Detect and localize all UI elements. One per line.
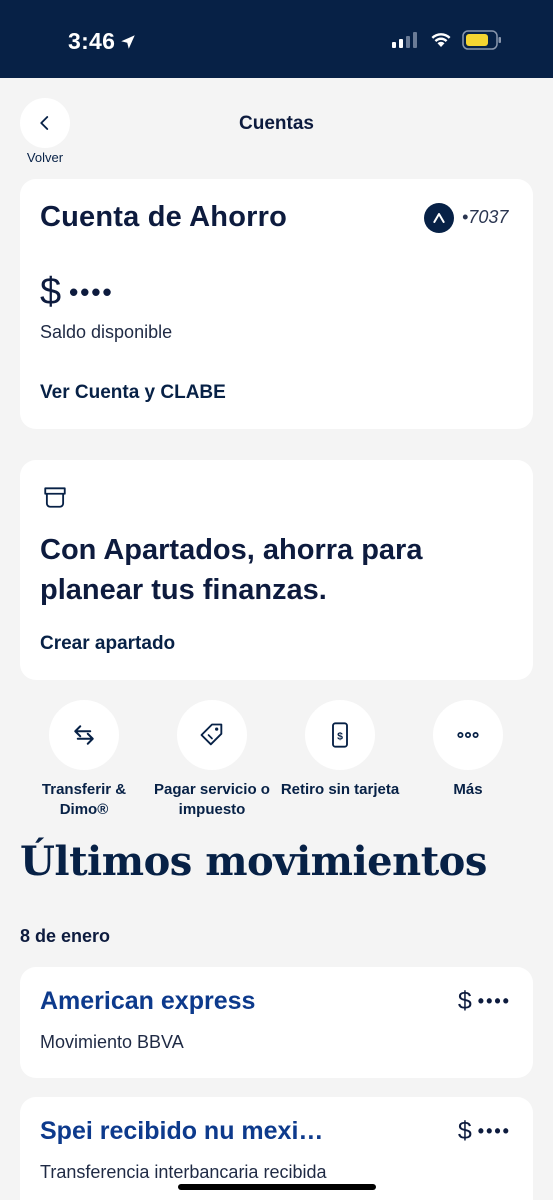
- transaction-currency: $: [457, 987, 472, 1015]
- location-arrow-icon: [121, 34, 135, 49]
- transaction-amount-masked: ••••: [477, 991, 511, 1011]
- status-time: 3:46: [68, 28, 137, 55]
- action-more-button[interactable]: [433, 700, 503, 770]
- nav-bar: Volver Cuentas: [0, 78, 553, 172]
- apartados-card[interactable]: Con Apartados, ahorra para planear tus f…: [20, 460, 533, 680]
- transaction-currency: $: [457, 1117, 472, 1145]
- back-label[interactable]: Volver: [20, 150, 70, 165]
- balance-label: Saldo disponible: [40, 322, 173, 342]
- action-transfer-button[interactable]: [49, 700, 119, 770]
- pocket-icon: [44, 487, 66, 508]
- battery-icon: [462, 30, 501, 50]
- currency-symbol: $: [40, 271, 62, 313]
- account-number: •7037: [462, 207, 509, 227]
- action-more-label: Más: [453, 781, 483, 798]
- action-cardless-withdrawal-label: Retiro sin tarjeta: [280, 781, 400, 798]
- apartados-promo-text: Con Apartados, ahorra para planear tus f…: [40, 534, 423, 606]
- action-cardless-withdrawal[interactable]: $ Retiro sin tarjeta: [275, 700, 405, 800]
- action-transfer-label: Transferir & Dimo®: [41, 781, 127, 818]
- movements-title: Últimos movimientos: [20, 838, 487, 885]
- wifi-icon: [431, 33, 451, 47]
- tag-icon: [200, 723, 223, 746]
- svg-text:$: $: [337, 731, 343, 743]
- action-more[interactable]: Más: [403, 700, 533, 800]
- transaction-amount: $ ••••: [458, 1117, 511, 1146]
- home-indicator[interactable]: [178, 1184, 376, 1190]
- transaction-title: Spei recibido nu mexi…: [40, 1117, 324, 1145]
- account-card[interactable]: Cuenta de Ahorro •7037 $ •••• Saldo disp…: [20, 179, 533, 429]
- view-account-link[interactable]: Ver Cuenta y CLABE: [40, 382, 226, 404]
- transaction-amount-masked: ••••: [477, 1121, 511, 1141]
- action-transfer[interactable]: Transferir & Dimo®: [19, 700, 149, 820]
- action-pay-service-button[interactable]: [177, 700, 247, 770]
- account-title: Cuenta de Ahorro: [40, 201, 288, 233]
- signal-icon: [392, 32, 417, 48]
- create-apartado-link[interactable]: Crear apartado: [40, 633, 175, 655]
- transaction-subtitle: Movimiento BBVA: [40, 1032, 184, 1052]
- transaction-amount: $ ••••: [458, 987, 511, 1016]
- action-pay-service-label: Pagar servicio o impuesto: [154, 781, 270, 818]
- transfer-arrows-icon: [74, 725, 94, 745]
- phone-dollar-icon: $: [332, 722, 348, 748]
- transaction-item[interactable]: American express $ •••• Movimiento BBVA: [20, 967, 533, 1078]
- balance-masked: ••••: [69, 277, 114, 307]
- status-bar: 3:46: [0, 0, 553, 78]
- more-dots-icon: [457, 731, 479, 739]
- transaction-subtitle: Transferencia interbancaria recibida: [40, 1162, 327, 1182]
- balance: $ ••••: [40, 271, 114, 314]
- action-pay-service[interactable]: Pagar servicio o impuesto: [147, 700, 277, 820]
- transaction-title: American express: [40, 987, 256, 1015]
- time-text: 3:46: [68, 28, 116, 54]
- action-cardless-withdrawal-button[interactable]: $: [305, 700, 375, 770]
- quick-actions: Transferir & Dimo® Pagar servicio o impu…: [20, 700, 533, 830]
- movements-date: 8 de enero: [20, 926, 111, 946]
- account-logo-icon: [424, 203, 454, 233]
- page-title: Cuentas: [239, 113, 314, 134]
